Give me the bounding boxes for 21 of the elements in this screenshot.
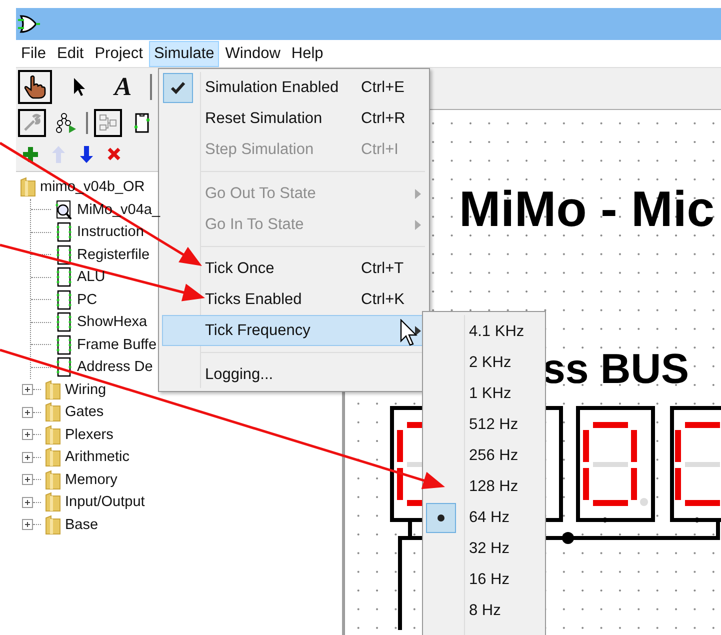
shortcut-label: Ctrl+K [361,290,404,308]
tree-label: PC [77,292,98,308]
shortcut-label: Ctrl+T [361,260,404,278]
tree-label: Input/Output [65,494,145,510]
tree-label: Wiring [65,382,106,398]
tree-label: Frame Buffe [77,336,157,353]
tree-label: Registerfile [77,246,150,263]
tree-label: Arithmetic [65,449,130,466]
tree-label: Instruction [77,224,144,240]
shortcut-label: Ctrl+I [361,140,398,158]
tree-label: Base [65,516,98,533]
tree-label: Gates [65,404,104,420]
shortcut-label: Ctrl+E [361,78,404,96]
tree-label: Memory [65,472,118,488]
circuit-title: MiMo - Mic [459,184,715,234]
tree-label: ShowHexa [77,314,148,330]
shortcut-label: Ctrl+R [361,110,406,128]
circuit-label: ss BUS [542,348,690,390]
tree-label: Plexers [65,426,114,443]
tree-label: ALU [77,269,106,286]
tree-label: Address De [77,359,153,376]
